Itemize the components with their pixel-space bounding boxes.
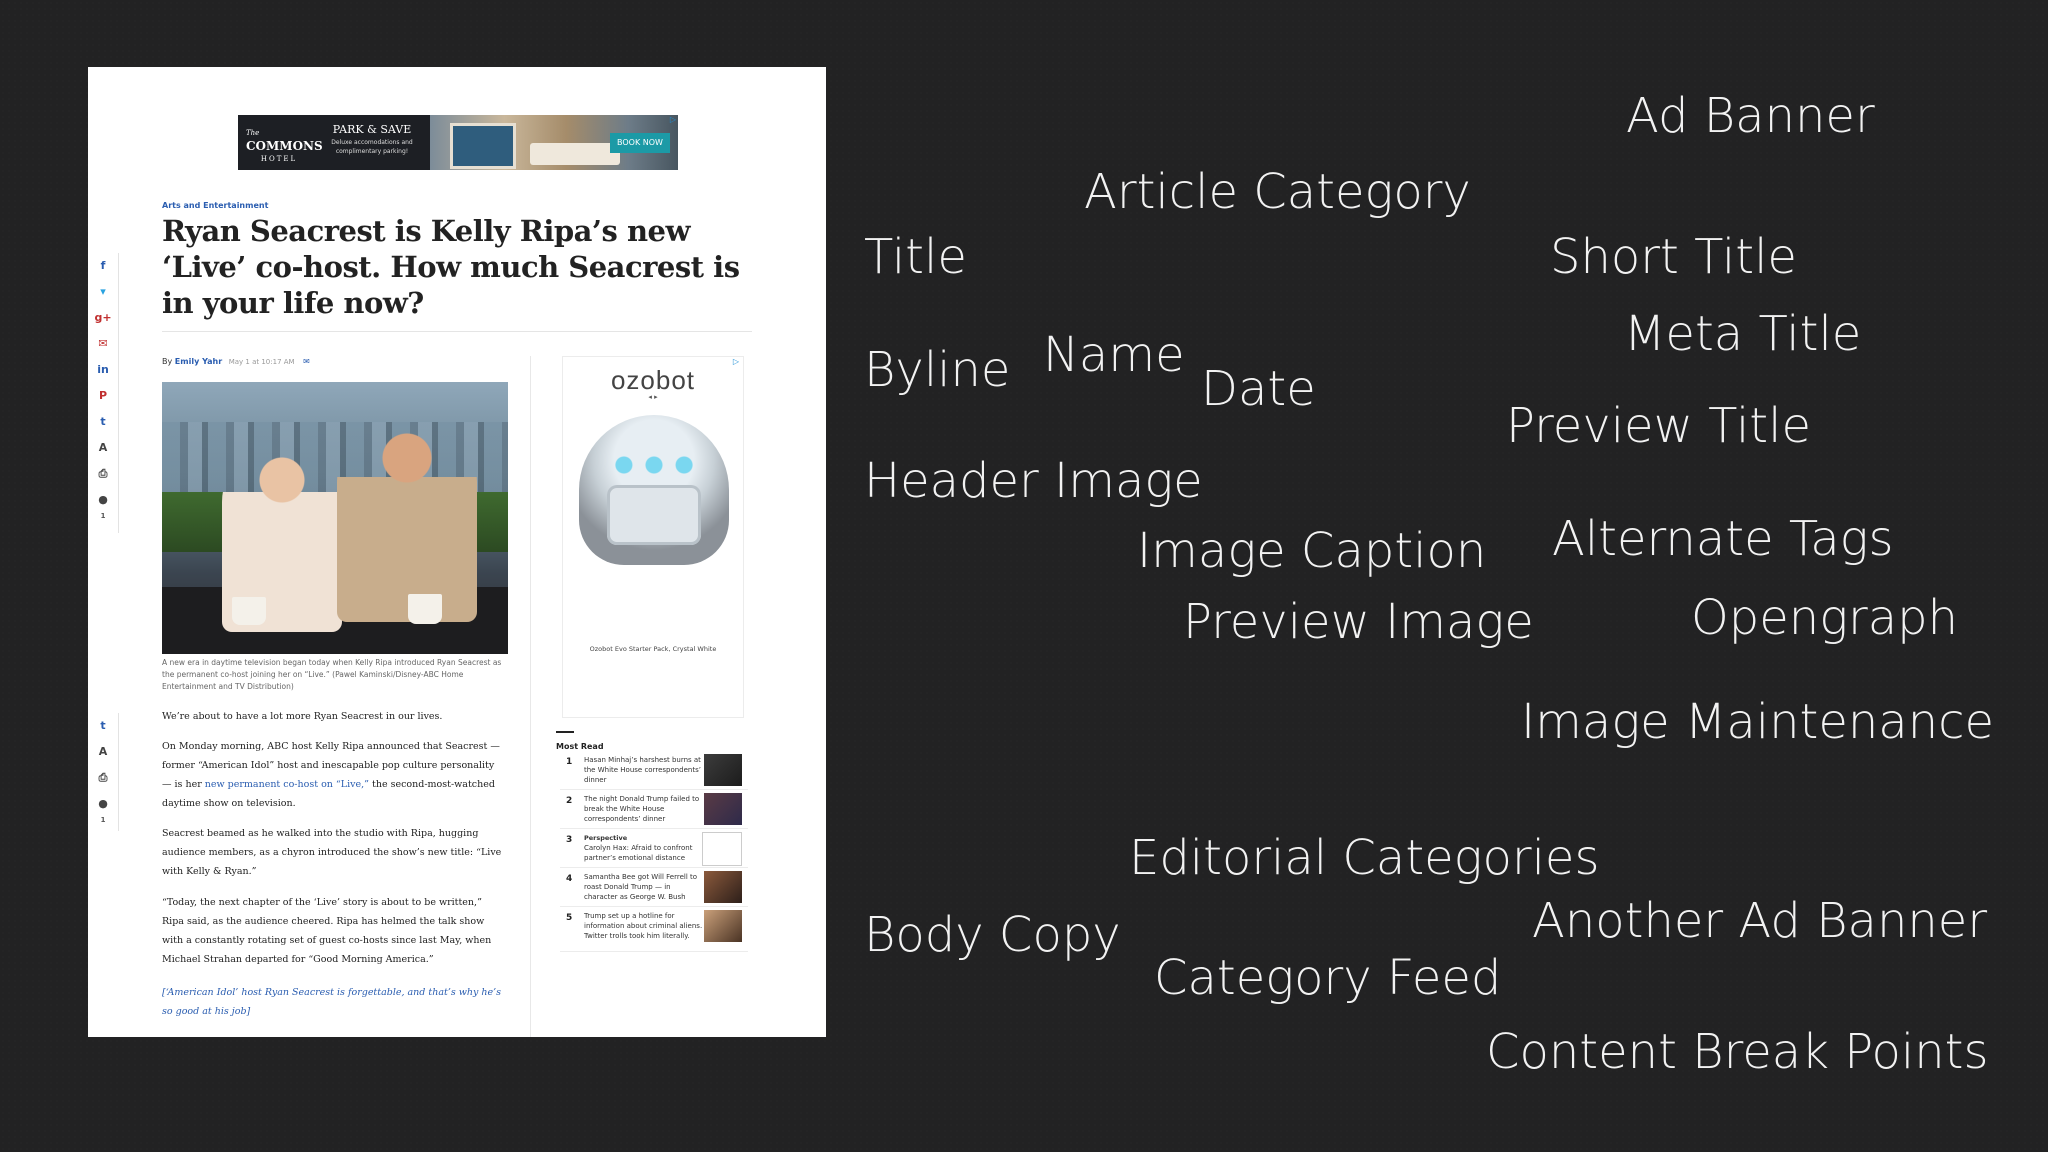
thumbnail: [704, 793, 742, 825]
sidebar-ad[interactable]: ozobot ◂ ▸ ▷ Ozobot Evo Starter Pack, Cr…: [562, 356, 744, 718]
header-image[interactable]: [162, 382, 508, 654]
most-read-heading: Most Read: [556, 742, 604, 751]
byline: By Emily Yahr May 1 at 10:17 AM ✉: [162, 357, 310, 366]
facebook-icon[interactable]: f: [88, 253, 118, 279]
carousel-arrows[interactable]: ◂ ▸: [563, 393, 743, 401]
body-paragraph: We’re about to have a lot more Ryan Seac…: [162, 711, 443, 722]
print-icon[interactable]: ⎙: [88, 461, 118, 487]
text-size-icon[interactable]: A: [88, 739, 118, 765]
image-caption: A new era in daytime television began to…: [162, 658, 502, 691]
label-date: Date: [1201, 361, 1316, 417]
author-name[interactable]: Emily Yahr: [175, 357, 222, 366]
list-item[interactable]: 3 Perspective Carolyn Hax: Afraid to conf…: [560, 829, 748, 868]
article-title: Ryan Seacrest is Kelly Ripa’s new ‘Live’…: [162, 214, 740, 320]
divider: [556, 731, 574, 733]
body-paragraph: “Today, the next chapter of the ‘Live’ s…: [162, 897, 492, 965]
pinterest-icon[interactable]: P: [88, 383, 118, 409]
email-author-icon[interactable]: ✉: [303, 357, 310, 366]
inline-link[interactable]: new permanent co-host on “Live,”: [205, 779, 369, 790]
label-content-break-points: Content Break Points: [1486, 1024, 1989, 1080]
book-now-button[interactable]: BOOK NOW: [610, 133, 670, 153]
robot-product-image: [579, 415, 729, 565]
comment-icon[interactable]: ● 1: [88, 487, 118, 520]
divider: [162, 331, 752, 332]
label-body-copy: Body Copy: [864, 907, 1121, 963]
label-another-ad-banner: Another Ad Banner: [1532, 893, 1988, 949]
label-image-caption: Image Caption: [1137, 523, 1487, 579]
body-paragraph: On Monday morning, ABC host Kelly Ripa a…: [162, 741, 500, 809]
twitter-icon[interactable]: ▾: [88, 279, 118, 305]
print-icon[interactable]: ⎙: [88, 765, 118, 791]
label-image-maintenance: Image Maintenance: [1521, 694, 1995, 750]
body-paragraph: Seacrest beamed as he walked into the st…: [162, 828, 502, 877]
linkedin-icon[interactable]: in: [88, 357, 118, 383]
article-page-screenshot: The COMMONS HOTEL PARK & SAVE Deluxe acc…: [88, 67, 826, 1037]
label-name: Name: [1043, 327, 1185, 383]
label-preview-image: Preview Image: [1183, 594, 1534, 650]
related-article-link[interactable]: [‘American Idol’ host Ryan Seacrest is f…: [162, 983, 506, 1021]
ozobot-logo: ozobot: [610, 365, 696, 395]
thumbnail: [704, 910, 742, 942]
label-ad-banner: Ad Banner: [1626, 88, 1875, 144]
label-byline: Byline: [864, 342, 1011, 398]
label-preview-title: Preview Title: [1506, 398, 1811, 454]
label-alternate-tags: Alternate Tags: [1552, 511, 1894, 567]
list-item[interactable]: 5 Trump set up a hotline for information…: [560, 907, 748, 952]
list-item[interactable]: 4 Samantha Bee got Will Ferrell to roast…: [560, 868, 748, 907]
ad-headline: PARK & SAVE: [332, 123, 412, 136]
article-category[interactable]: Arts and Entertainment: [162, 201, 268, 210]
list-item[interactable]: 2 The night Donald Trump failed to break…: [560, 790, 748, 829]
adchoices-icon[interactable]: ▷: [733, 357, 739, 366]
list-item[interactable]: 1 Hasan Minhaj’s harshest burns at the W…: [560, 751, 748, 790]
text-size-icon[interactable]: A: [88, 435, 118, 461]
googleplus-icon[interactable]: g+: [88, 305, 118, 331]
thumbnail: [702, 832, 742, 866]
sidebar-divider: [530, 356, 531, 1037]
ad-product-name: Ozobot Evo Starter Pack, Crystal White: [589, 645, 717, 653]
tumblr-icon[interactable]: t: [88, 409, 118, 435]
hotel-logo: The COMMONS HOTEL: [246, 129, 323, 163]
share-rail: f ▾ g+ ✉ in P t A ⎙ ● 1: [88, 253, 119, 533]
share-rail-bottom: t A ⎙ ● 1: [88, 713, 119, 831]
ad-banner[interactable]: The COMMONS HOTEL PARK & SAVE Deluxe acc…: [238, 115, 678, 170]
label-short-title: Short Title: [1550, 229, 1797, 285]
label-article-category: Article Category: [1084, 164, 1471, 220]
label-opengraph: Opengraph: [1691, 590, 1959, 646]
label-category-feed: Category Feed: [1154, 950, 1502, 1006]
label-meta-title: Meta Title: [1624, 306, 1862, 362]
ad-description: Deluxe accomodations and complimentary p…: [331, 139, 413, 155]
label-title: Title: [864, 229, 967, 285]
most-read-list: Most Read 1 Hasan Minhaj’s harshest burn…: [556, 731, 752, 952]
comment-icon[interactable]: ● 1: [88, 791, 118, 824]
thumbnail: [704, 754, 742, 786]
adchoices-icon[interactable]: ▷: [670, 115, 676, 124]
publish-date: May 1 at 10:17 AM: [228, 358, 295, 366]
thumbnail: [704, 871, 742, 903]
label-editorial-categories: Editorial Categories: [1129, 830, 1600, 886]
tumblr-icon[interactable]: t: [88, 713, 118, 739]
email-icon[interactable]: ✉: [88, 331, 118, 357]
label-header-image: Header Image: [864, 453, 1203, 509]
